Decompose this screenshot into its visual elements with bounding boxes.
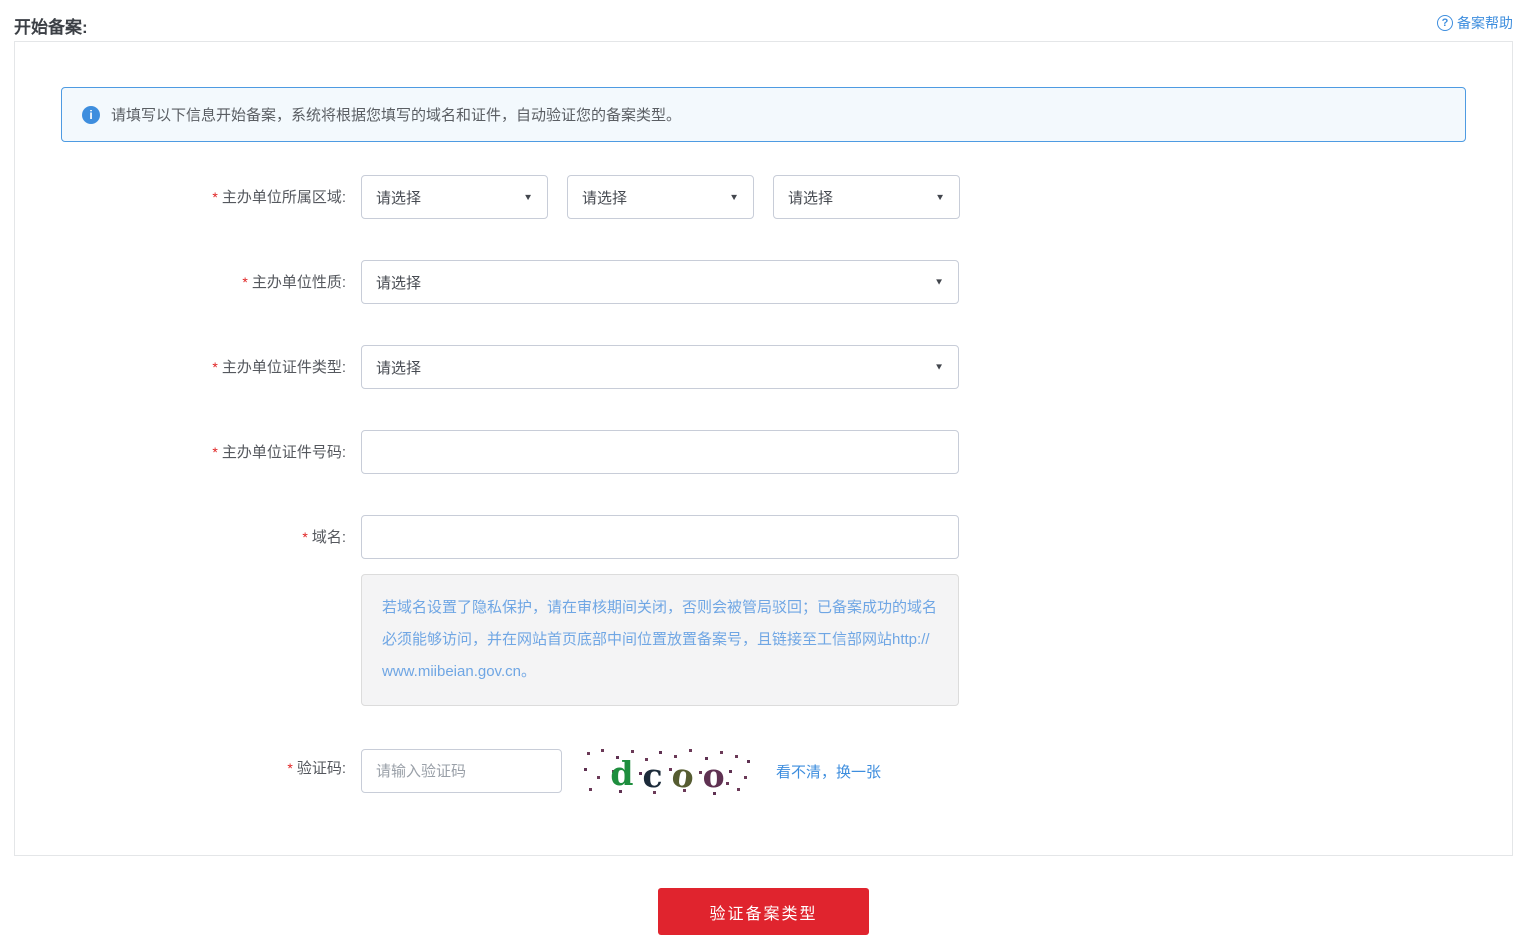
info-alert-text: 请填写以下信息开始备案，系统将根据您填写的域名和证件，自动验证您的备案类型。	[111, 104, 681, 125]
region-selects: 请选择 ▼ 请选择 ▼ 请选择 ▼	[361, 175, 960, 219]
question-circle-icon: ?	[1437, 15, 1453, 31]
chevron-down-icon: ▼	[729, 192, 739, 202]
required-asterisk: *	[212, 189, 217, 205]
cert-number-input[interactable]	[361, 430, 959, 474]
captcha-char: o	[703, 759, 725, 792]
chevron-down-icon: ▼	[523, 192, 533, 202]
help-link-label: 备案帮助	[1457, 13, 1513, 33]
select-value: 请选择	[376, 272, 421, 293]
filing-form-card: i 请填写以下信息开始备案，系统将根据您填写的域名和证件，自动验证您的备案类型。…	[14, 41, 1513, 856]
form-row-domain: *域名: 若域名设置了隐私保护，请在审核期间关闭，否则会被管局驳回；已备案成功的…	[15, 515, 1466, 706]
required-asterisk: *	[287, 760, 292, 776]
info-icon: i	[82, 106, 100, 124]
page-header: 开始备案: ? 备案帮助	[0, 0, 1527, 41]
field-label-captcha: *验证码:	[15, 746, 361, 791]
captcha-noise-dots	[579, 746, 582, 749]
captcha-char: c	[642, 759, 662, 792]
captcha-char: o	[669, 758, 695, 794]
region-city-select[interactable]: 请选择 ▼	[567, 175, 754, 219]
chevron-down-icon: ▼	[934, 362, 944, 372]
region-district-select[interactable]: 请选择 ▼	[773, 175, 960, 219]
form-row-org-nature: *主办单位性质: 请选择 ▼	[15, 260, 1466, 305]
form-row-captcha: *验证码: d c o o 看不清，换一张	[15, 746, 1466, 796]
filing-form: *主办单位所属区域: 请选择 ▼ 请选择 ▼ 请选择 ▼ *主办单位性质:	[15, 175, 1466, 796]
required-asterisk: *	[242, 274, 247, 290]
select-value: 请选择	[582, 187, 627, 208]
field-label-region: *主办单位所属区域:	[15, 175, 361, 220]
info-alert: i 请填写以下信息开始备案，系统将根据您填写的域名和证件，自动验证您的备案类型。	[61, 87, 1466, 142]
domain-input[interactable]	[361, 515, 959, 559]
select-value: 请选择	[788, 187, 833, 208]
required-asterisk: *	[302, 529, 307, 545]
captcha-char: d	[610, 757, 633, 790]
captcha-input[interactable]	[361, 749, 562, 793]
domain-note: 若域名设置了隐私保护，请在审核期间关闭，否则会被管局驳回；已备案成功的域名必须能…	[361, 574, 959, 706]
chevron-down-icon: ▼	[935, 192, 945, 202]
form-row-cert-type: *主办单位证件类型: 请选择 ▼	[15, 345, 1466, 390]
region-province-select[interactable]: 请选择 ▼	[361, 175, 548, 219]
captcha-image[interactable]: d c o o	[579, 746, 756, 796]
field-label-org-nature: *主办单位性质:	[15, 260, 361, 305]
verify-filing-type-button[interactable]: 验证备案类型	[658, 888, 869, 935]
page-title: 开始备案:	[14, 13, 88, 38]
org-nature-select[interactable]: 请选择 ▼	[361, 260, 959, 304]
select-value: 请选择	[376, 187, 421, 208]
required-asterisk: *	[212, 359, 217, 375]
select-value: 请选择	[376, 357, 421, 378]
form-row-region: *主办单位所属区域: 请选择 ▼ 请选择 ▼ 请选择 ▼	[15, 175, 1466, 220]
required-asterisk: *	[212, 444, 217, 460]
field-label-cert-type: *主办单位证件类型:	[15, 345, 361, 390]
captcha-refresh-link[interactable]: 看不清，换一张	[776, 761, 881, 782]
footer-actions: 验证备案类型	[0, 888, 1527, 935]
field-label-cert-number: *主办单位证件号码:	[15, 430, 361, 475]
cert-type-select[interactable]: 请选择 ▼	[361, 345, 959, 389]
form-row-cert-number: *主办单位证件号码:	[15, 430, 1466, 475]
help-link[interactable]: ? 备案帮助	[1437, 13, 1513, 33]
chevron-down-icon: ▼	[934, 277, 944, 287]
field-label-domain: *域名:	[15, 515, 361, 560]
